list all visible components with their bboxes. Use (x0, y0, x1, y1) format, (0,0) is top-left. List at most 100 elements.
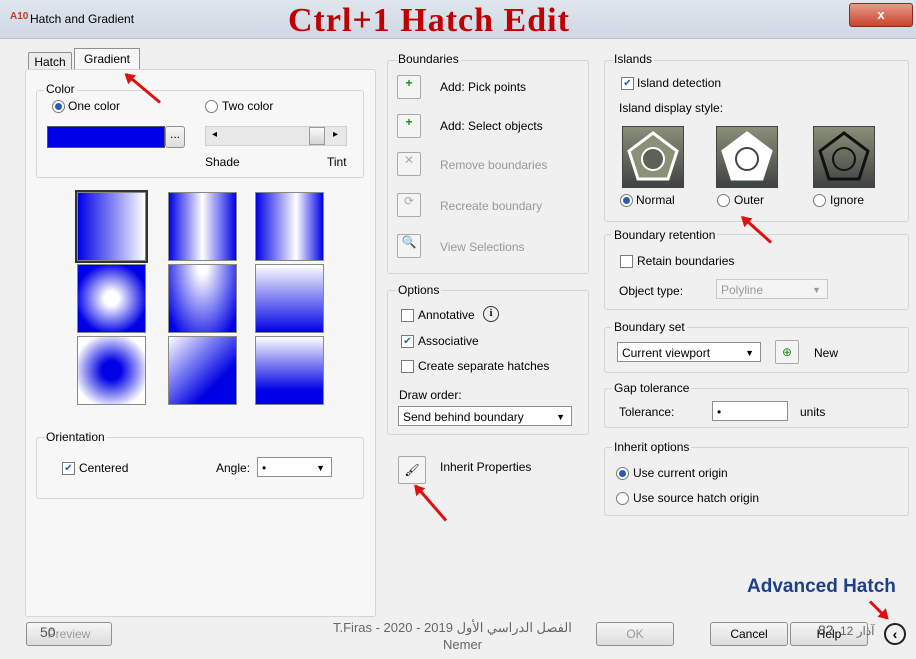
gradient-swatch-6[interactable] (255, 264, 324, 333)
separate-hatches-checkbox[interactable] (401, 360, 414, 373)
separate-hatches-label: Create separate hatches (418, 359, 550, 373)
remove-boundaries-icon[interactable]: ✕ (397, 152, 421, 176)
remove-boundaries-label[interactable]: Remove boundaries (440, 158, 547, 172)
annotative-checkbox[interactable] (401, 309, 414, 322)
slider-thumb[interactable] (309, 127, 325, 145)
retain-boundaries-label: Retain boundaries (637, 254, 735, 268)
window-title: Hatch and Gradient (30, 12, 135, 26)
cancel-button[interactable]: Cancel (710, 622, 788, 646)
angle-label: Angle: (216, 461, 251, 475)
gradient-swatch-8[interactable] (168, 336, 237, 405)
gradient-swatch-9[interactable] (255, 336, 324, 405)
recreate-boundary-icon[interactable]: ⟳ (397, 193, 421, 217)
shade-tint-slider[interactable]: ◂ ▸ (205, 126, 347, 146)
gradient-swatch-3[interactable] (255, 192, 324, 261)
new-boundary-set-icon[interactable]: ⊕ (775, 340, 799, 364)
island-detection-label: Island detection (637, 76, 722, 90)
use-source-origin-radio[interactable] (616, 492, 629, 505)
boundaries-group-label: Boundaries (396, 52, 461, 66)
chevron-down-icon: ▼ (745, 348, 754, 358)
angle-select[interactable]: • ▼ (257, 457, 332, 477)
use-current-origin-radio[interactable] (616, 467, 629, 480)
inherit-options-label: Inherit options (612, 440, 692, 454)
boundary-set-select[interactable]: Current viewport ▼ (617, 342, 761, 362)
island-outer-preview[interactable] (716, 126, 778, 188)
color-browse-button[interactable]: ... (165, 126, 185, 148)
gradient-swatch-2[interactable] (168, 192, 237, 261)
retain-boundaries-checkbox[interactable] (620, 255, 633, 268)
one-color-radio[interactable] (52, 100, 65, 113)
slider-right-arrow-icon[interactable]: ▸ (333, 129, 338, 140)
footer-credit: T.Firas - 2020 - 2019 الفصل الدراسي الأو… (333, 620, 572, 635)
color-group-label: Color (44, 82, 77, 96)
new-boundary-set-label[interactable]: New (814, 346, 838, 360)
chevron-down-icon: ▼ (812, 285, 821, 295)
island-ignore-label: Ignore (830, 193, 865, 207)
view-selections-icon[interactable]: 🔍 (397, 234, 421, 258)
chevron-down-icon: ▼ (556, 412, 565, 422)
object-type-select[interactable]: Polyline ▼ (716, 279, 828, 299)
associative-label: Associative (418, 334, 479, 348)
color-swatch[interactable] (47, 126, 165, 148)
ok-button[interactable]: OK (596, 622, 674, 646)
island-outer-label: Outer (734, 193, 765, 207)
annotation-arrow-inherit (414, 484, 448, 522)
use-source-origin-label: Use source hatch origin (633, 491, 760, 505)
inherit-properties-icon[interactable]: 🖌 (398, 456, 426, 484)
annotation-arrow-advanced (868, 600, 889, 620)
annotative-label: Annotative (418, 308, 475, 322)
island-ignore-preview[interactable] (813, 126, 875, 188)
orientation-group-label: Orientation (44, 430, 107, 444)
slide-heading: Ctrl+1 Hatch Edit (288, 2, 570, 39)
boundary-retention-label: Boundary retention (612, 228, 718, 242)
gradient-swatch-5[interactable] (168, 264, 237, 333)
recreate-boundary-label[interactable]: Recreate boundary (440, 199, 542, 213)
draw-order-value: Send behind boundary (403, 410, 524, 424)
tab-gradient[interactable]: Gradient (74, 48, 140, 71)
island-detection-checkbox[interactable]: ✔ (621, 77, 634, 90)
add-select-objects-icon[interactable]: + (397, 114, 421, 138)
footer-date: 12 آذار (840, 624, 875, 638)
view-selections-label[interactable]: View Selections (440, 240, 525, 254)
island-normal-radio[interactable] (620, 194, 633, 207)
gradient-swatch-1[interactable] (75, 190, 148, 263)
tolerance-input[interactable]: • (712, 401, 788, 421)
two-color-radio[interactable] (205, 100, 218, 113)
centered-checkbox[interactable]: ✔ (62, 462, 75, 475)
advanced-hatch-caption: Advanced Hatch (747, 576, 896, 597)
autocad-icon: A10 (10, 11, 29, 22)
tint-label: Tint (327, 155, 347, 169)
more-options-button[interactable]: ‹ (884, 623, 906, 645)
add-select-objects-label[interactable]: Add: Select objects (440, 119, 543, 133)
gradient-swatch-4[interactable] (77, 264, 146, 333)
boundary-set-label: Boundary set (612, 320, 687, 334)
inherit-properties-label[interactable]: Inherit Properties (440, 460, 531, 474)
options-group-label: Options (396, 283, 442, 297)
object-type-value: Polyline (721, 283, 764, 297)
info-icon[interactable]: i (483, 306, 499, 322)
draw-order-select[interactable]: Send behind boundary ▼ (398, 406, 572, 426)
slider-left-arrow-icon[interactable]: ◂ (212, 129, 217, 140)
add-pick-points-icon[interactable]: + (397, 75, 421, 99)
island-style-label: Island display style: (619, 101, 724, 115)
two-color-label: Two color (222, 99, 274, 113)
add-pick-points-label[interactable]: Add: Pick points (440, 80, 526, 94)
use-current-origin-label: Use current origin (633, 466, 728, 480)
island-normal-label: Normal (636, 193, 675, 207)
gradient-swatch-7[interactable] (77, 336, 146, 405)
tolerance-label: Tolerance: (619, 405, 675, 419)
chevron-down-icon: ▼ (316, 463, 325, 473)
boundary-set-value: Current viewport (622, 346, 711, 360)
island-normal-preview[interactable] (622, 126, 684, 188)
preview-button[interactable]: Preview (26, 622, 112, 646)
one-color-label: One color (68, 99, 121, 113)
island-ignore-radio[interactable] (813, 194, 826, 207)
footer-credit-name: Nemer (443, 637, 483, 652)
island-outer-radio[interactable] (717, 194, 730, 207)
angle-value: • (262, 461, 267, 475)
tolerance-value: • (717, 405, 722, 419)
associative-checkbox[interactable]: ✔ (401, 335, 414, 348)
close-button[interactable]: x (849, 3, 913, 27)
gap-tolerance-label: Gap tolerance (612, 381, 692, 395)
slide-number-right: 82 (818, 622, 834, 638)
